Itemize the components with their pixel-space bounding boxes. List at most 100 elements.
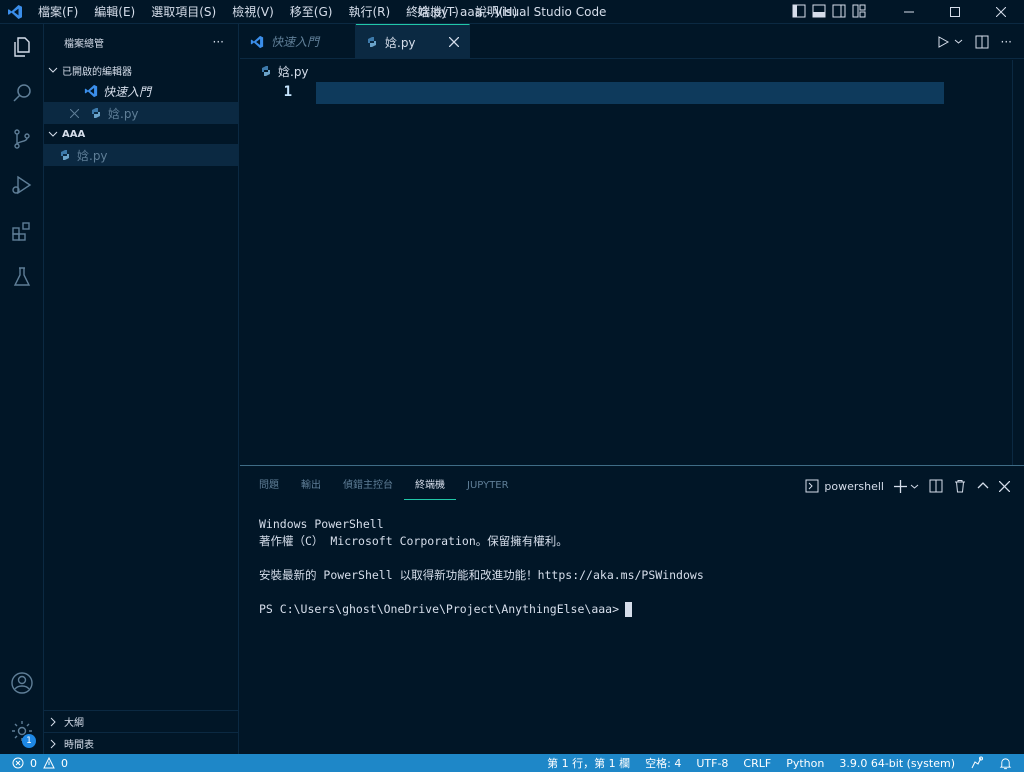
open-editor-label: 娢.py [108,106,139,121]
notifications-bell-icon[interactable] [999,757,1012,770]
menu-selection[interactable]: 選取項目(S) [143,0,224,24]
folder-title: AAA [62,128,86,140]
outline-title: 大綱 [64,718,84,729]
python-file-icon [89,107,103,119]
toggle-primary-sidebar-icon[interactable] [792,4,806,21]
line-number: 1 [283,84,292,100]
status-bar: 0 0 第 1 行，第 1 欄 空格: 4 UTF-8 CRLF Python … [0,754,1024,772]
terminal-prompt: PS C:\Users\ghost\OneDrive\Project\Anyth… [259,602,620,616]
close-window-button[interactable] [978,0,1024,24]
open-editor-item[interactable]: 娢.py [44,102,238,124]
problems-status[interactable]: 0 0 [0,757,68,770]
file-label: 娢.py [77,148,108,163]
python-interpreter[interactable]: 3.9.0 64-bit (system) [839,757,955,770]
bottom-panel: 問題 輸出 偵錯主控台 終端機 JUPYTER powershell Windo… [240,465,1024,754]
menu-view[interactable]: 檢視(V) [224,0,282,24]
toggle-panel-icon[interactable] [812,4,826,21]
warning-count: 0 [61,756,68,770]
terminal-line: 安裝最新的 PowerShell 以取得新功能和改進功能！https://aka… [259,568,704,582]
explorer-sidebar: 檔案總管 ··· 已開啟的編輯器 快速入門 娢.py AAA 娢.py 大綱 時… [44,24,239,754]
activity-bar: 1 [0,24,44,754]
timeline-section[interactable]: 時間表 [44,732,239,754]
run-debug-icon[interactable] [0,162,44,208]
shell-name: powershell [824,479,884,493]
menu-go[interactable]: 移至(G) [282,0,341,24]
scrollbar-track[interactable] [1012,60,1013,465]
timeline-title: 時間表 [64,740,94,751]
more-actions-icon[interactable]: ··· [1001,35,1012,49]
error-icon [12,757,24,769]
split-terminal-icon[interactable] [929,479,943,493]
cursor-position[interactable]: 第 1 行，第 1 欄 [547,755,630,771]
tab-jupyter[interactable]: JUPYTER [456,472,520,500]
run-python-icon[interactable] [936,35,963,49]
feedback-icon[interactable] [970,756,984,770]
menu-edit[interactable]: 編輯(E) [86,0,143,24]
search-icon[interactable] [0,70,44,116]
tab-terminal[interactable]: 終端機 [404,472,456,500]
error-count: 0 [30,756,37,770]
vscode-logo-icon [0,0,30,24]
maximize-button[interactable] [932,0,978,24]
tab-output[interactable]: 輸出 [290,472,332,500]
menu-bar: 檔案(F) 編輯(E) 選取項目(S) 檢視(V) 移至(G) 執行(R) 終端… [30,0,525,24]
extensions-icon[interactable] [0,208,44,254]
terminal-line: ​ [259,550,704,567]
terminal-selector[interactable]: powershell [805,479,884,493]
vscode-logo-icon [84,84,98,98]
close-icon[interactable] [70,108,79,118]
open-editor-label: 快速入門 [103,84,152,99]
menu-terminal[interactable]: 終端機(T) [398,0,467,24]
close-tab-icon[interactable] [449,37,459,47]
warning-icon [43,757,55,769]
indentation[interactable]: 空格: 4 [645,755,681,771]
terminal-line: 著作權（C） Microsoft Corporation。保留擁有權利。 [259,534,568,548]
line-gutter: 1 [240,82,316,104]
current-line-highlight[interactable] [316,82,944,104]
menu-file[interactable]: 檔案(F) [30,0,86,24]
folder-section[interactable]: AAA [44,124,238,144]
explorer-icon[interactable] [0,24,44,70]
new-terminal-icon[interactable] [894,479,919,493]
explorer-title: 檔案總管 [64,38,104,50]
manage-gear-icon[interactable]: 1 [0,708,44,754]
more-actions-button[interactable]: ··· [213,35,224,49]
terminal-line: ​ [259,584,704,601]
tab-py-file[interactable]: 娢.py [356,24,470,59]
accounts-icon[interactable] [0,660,44,706]
chevron-down-icon [48,129,58,139]
breadcrumb[interactable]: 娢.py [240,60,1024,82]
tab-label: 娢.py [385,35,416,50]
vscode-logo-icon [250,35,264,49]
settings-badge: 1 [22,734,36,748]
tab-welcome[interactable]: 快速入門 [240,24,356,59]
terminal-icon [805,479,819,493]
split-editor-icon[interactable] [975,35,989,49]
line-ending[interactable]: CRLF [743,757,771,770]
testing-flask-icon[interactable] [0,254,44,300]
tab-label: 快速入門 [271,35,320,49]
tab-debug-console[interactable]: 偵錯主控台 [332,472,404,500]
menu-help[interactable]: 說明(H) [467,0,525,24]
terminal-line: Windows PowerShell [259,517,384,531]
file-tree-item[interactable]: 娢.py [44,144,238,166]
trash-icon[interactable] [953,479,967,493]
encoding[interactable]: UTF-8 [696,757,728,770]
language-mode[interactable]: Python [786,757,824,770]
menu-run[interactable]: 執行(R) [340,0,398,24]
panel-tabs: 問題 輸出 偵錯主控台 終端機 JUPYTER [248,472,520,500]
terminal-output[interactable]: Windows PowerShell 著作權（C） Microsoft Corpo… [259,516,704,618]
outline-section[interactable]: 大綱 [44,710,239,732]
maximize-panel-icon[interactable] [977,480,989,492]
open-editor-item[interactable]: 快速入門 [44,80,238,102]
close-panel-icon[interactable] [999,480,1010,492]
toggle-secondary-sidebar-icon[interactable] [832,4,846,21]
chevron-down-icon [48,65,58,75]
minimize-button[interactable] [886,0,932,24]
customize-layout-icon[interactable] [852,4,866,21]
open-editors-section[interactable]: 已開啟的編輯器 [44,60,238,80]
open-editors-title: 已開啟的編輯器 [62,66,132,78]
chevron-right-icon [48,717,58,727]
tab-problems[interactable]: 問題 [248,472,290,500]
source-control-icon[interactable] [0,116,44,162]
